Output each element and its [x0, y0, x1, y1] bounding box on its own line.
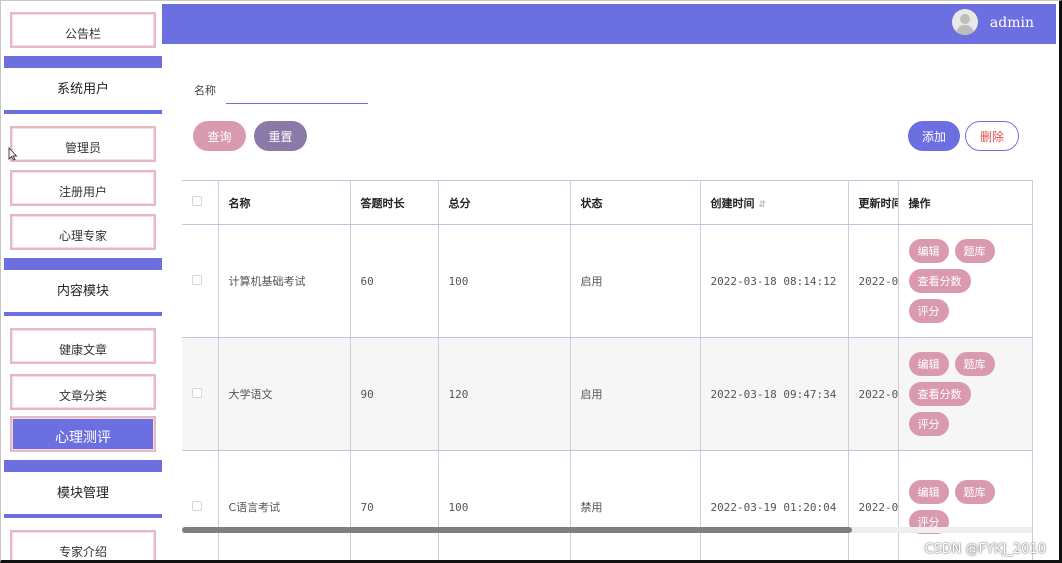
cell-score: 120	[438, 337, 571, 451]
cell-updated: 2022-03	[848, 337, 899, 451]
col-header-duration: 答题时长	[350, 180, 439, 225]
sidebar-item-expert-intro[interactable]: 专家介绍	[10, 530, 156, 560]
cell-score: 100	[438, 224, 571, 338]
cell-name: 计算机基础考试	[218, 224, 351, 338]
col-header-updated: 更新时间	[848, 180, 899, 225]
mouse-cursor-icon	[8, 146, 18, 164]
delete-button[interactable]: 删除	[965, 121, 1019, 151]
reset-button[interactable]: 重置	[254, 121, 307, 151]
grade-button[interactable]: 评分	[908, 299, 949, 323]
table-header-row: 名称 答题时长 总分 状态 创建时间⇵ 更新时间 操作	[182, 180, 1033, 225]
col-header-score: 总分	[438, 180, 571, 225]
col-header-status: 状态	[570, 180, 701, 225]
table-row: C语言考试 70 100 禁用 2022-03-19 01:20:04 2022…	[182, 450, 1033, 560]
sidebar-item-notice[interactable]: 公告栏	[10, 12, 156, 48]
sidebar-item-health-articles[interactable]: 健康文章	[10, 328, 156, 364]
sidebar-item-psych-assessment[interactable]: 心理测评	[10, 416, 156, 452]
cell-score: 100	[438, 450, 571, 560]
grade-button[interactable]: 评分	[908, 412, 949, 436]
horizontal-scrollbar[interactable]	[182, 527, 1032, 533]
sort-icon[interactable]: ⇵	[759, 200, 767, 210]
add-button[interactable]: 添加	[908, 121, 960, 151]
sidebar-group-system-users[interactable]: 系统用户	[4, 56, 162, 114]
question-bank-button[interactable]: 题库	[954, 352, 995, 376]
user-avatar-icon[interactable]	[952, 9, 978, 35]
table-row: 计算机基础考试 60 100 启用 2022-03-18 08:14:12 20…	[182, 224, 1033, 338]
sidebar-item-admin[interactable]: 管理员	[10, 126, 156, 162]
top-bar: admin	[162, 4, 1056, 44]
question-bank-button[interactable]: 题库	[954, 239, 995, 263]
row-checkbox[interactable]	[182, 224, 219, 338]
question-bank-button[interactable]: 题库	[954, 480, 995, 504]
cell-status: 禁用	[570, 450, 701, 560]
search-name-input[interactable]	[226, 86, 368, 104]
cell-actions: 编辑 题库 查看分数 评分	[898, 224, 1033, 338]
cell-created: 2022-03-18 08:14:12	[700, 224, 849, 338]
cell-duration: 70	[350, 450, 439, 560]
edit-button[interactable]: 编辑	[908, 480, 949, 504]
sidebar-item-article-categories[interactable]: 文章分类	[10, 374, 156, 410]
watermark: CSDN @FYKJ_2010	[924, 542, 1046, 557]
cell-status: 启用	[570, 337, 701, 451]
sidebar: 公告栏 系统用户 管理员 注册用户 心理专家 内容模块 健康文章 文章分类 心理…	[4, 4, 162, 560]
view-scores-button[interactable]: 查看分数	[908, 269, 971, 293]
cell-duration: 90	[350, 337, 439, 451]
sidebar-group-modules[interactable]: 模块管理	[4, 460, 162, 518]
exam-table: 名称 答题时长 总分 状态 创建时间⇵ 更新时间 操作 计算机基础考试 60 1…	[182, 180, 1033, 560]
cell-actions: 编辑 题库 查看分数 评分	[898, 337, 1033, 451]
cell-updated: 2022-03	[848, 224, 899, 338]
cell-name: 大学语文	[218, 337, 351, 451]
cell-updated: 2022-01	[848, 450, 899, 560]
cell-status: 启用	[570, 224, 701, 338]
username-label[interactable]: admin	[990, 15, 1034, 31]
edit-button[interactable]: 编辑	[908, 352, 949, 376]
query-button[interactable]: 查询	[193, 121, 246, 151]
scrollbar-thumb[interactable]	[182, 527, 852, 533]
sidebar-item-psych-experts[interactable]: 心理专家	[10, 214, 156, 250]
col-header-actions: 操作	[898, 180, 1033, 225]
search-name-label: 名称	[194, 84, 216, 97]
sidebar-item-registered-users[interactable]: 注册用户	[10, 170, 156, 206]
cell-created: 2022-03-18 09:47:34	[700, 337, 849, 451]
select-all-checkbox[interactable]	[182, 180, 219, 225]
col-header-name: 名称	[218, 180, 351, 225]
row-checkbox[interactable]	[182, 450, 219, 560]
row-checkbox[interactable]	[182, 337, 219, 451]
cell-duration: 60	[350, 224, 439, 338]
col-header-created[interactable]: 创建时间 ⇵	[700, 180, 849, 225]
table-row: 大学语文 90 120 启用 2022-03-18 09:47:34 2022-…	[182, 337, 1033, 451]
main-content: 名称 查询 重置 添加 删除 名称 答题时长 总分 状态 创建时间⇵ 更新时间 …	[162, 44, 1056, 560]
cell-created: 2022-03-19 01:20:04	[700, 450, 849, 560]
view-scores-button[interactable]: 查看分数	[908, 382, 971, 406]
cell-name: C语言考试	[218, 450, 351, 560]
sidebar-group-content[interactable]: 内容模块	[4, 258, 162, 316]
edit-button[interactable]: 编辑	[908, 239, 949, 263]
